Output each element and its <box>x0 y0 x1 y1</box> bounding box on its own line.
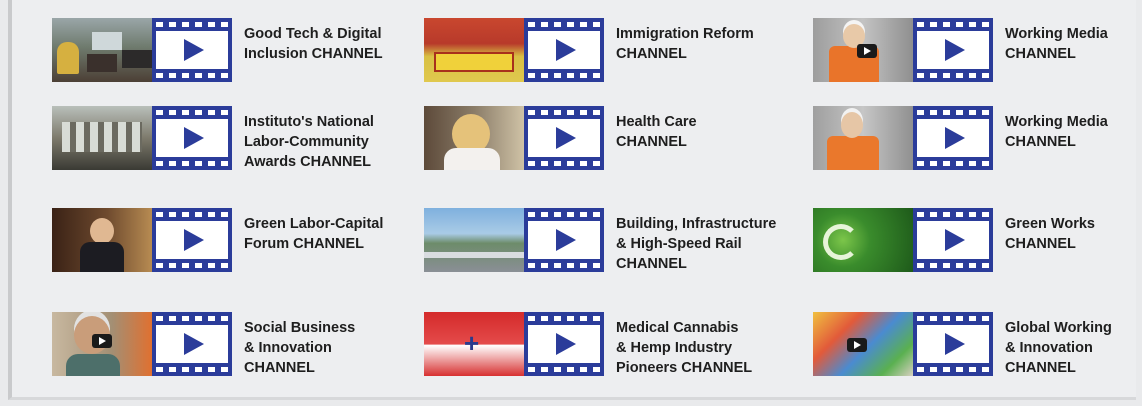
film-play-icon[interactable] <box>152 312 232 376</box>
channel-card[interactable]: Health Care CHANNEL <box>424 106 813 208</box>
channel-thumbnail[interactable] <box>52 312 152 376</box>
channel-card[interactable]: Green Labor-Capital Forum CHANNEL <box>52 208 424 312</box>
channel-thumbnail[interactable] <box>424 312 524 376</box>
channel-label[interactable]: Instituto's National Labor-Community Awa… <box>244 112 374 172</box>
channel-label[interactable]: Building, Infrastructure & High-Speed Ra… <box>616 214 776 274</box>
channel-card[interactable]: Global Working & Innovation CHANNEL <box>813 312 1142 388</box>
channel-thumbnail[interactable] <box>52 106 152 170</box>
channel-card[interactable]: Medical Cannabis & Hemp Industry Pioneer… <box>424 312 813 388</box>
channel-thumbnail[interactable] <box>424 208 524 272</box>
channel-card[interactable]: Good Tech & Digital Inclusion CHANNEL <box>52 18 424 106</box>
channel-card[interactable]: Social Business & Innovation CHANNEL <box>52 312 424 388</box>
channel-thumbnail[interactable] <box>424 18 524 82</box>
film-play-icon[interactable] <box>152 208 232 272</box>
channel-thumbnail[interactable] <box>813 208 913 272</box>
channel-label[interactable]: Immigration Reform CHANNEL <box>616 24 754 64</box>
channel-grid: Good Tech & Digital Inclusion CHANNEL Imm… <box>52 18 1142 388</box>
film-play-icon[interactable] <box>524 106 604 170</box>
film-play-icon[interactable] <box>524 312 604 376</box>
channel-label[interactable]: Health Care CHANNEL <box>616 112 697 152</box>
channel-card[interactable]: Instituto's National Labor-Community Awa… <box>52 106 424 208</box>
channel-label[interactable]: Medical Cannabis & Hemp Industry Pioneer… <box>616 318 752 378</box>
youtube-play-icon <box>92 334 112 348</box>
channel-card[interactable]: Working Media CHANNEL <box>813 18 1142 106</box>
channel-card[interactable]: Immigration Reform CHANNEL <box>424 18 813 106</box>
channel-thumbnail[interactable] <box>813 18 913 82</box>
youtube-play-icon <box>847 338 867 352</box>
film-play-icon[interactable] <box>913 106 993 170</box>
channel-card[interactable]: Green Works CHANNEL <box>813 208 1142 312</box>
film-play-icon[interactable] <box>913 18 993 82</box>
channel-label[interactable]: Good Tech & Digital Inclusion CHANNEL <box>244 24 383 64</box>
channel-label[interactable]: Working Media CHANNEL <box>1005 112 1108 152</box>
channel-label[interactable]: Working Media CHANNEL <box>1005 24 1108 64</box>
film-play-icon[interactable] <box>913 312 993 376</box>
channel-card[interactable]: Working Media CHANNEL <box>813 106 1142 208</box>
film-play-icon[interactable] <box>152 18 232 82</box>
channel-thumbnail[interactable] <box>813 312 913 376</box>
film-play-icon[interactable] <box>152 106 232 170</box>
channel-label[interactable]: Social Business & Innovation CHANNEL <box>244 318 355 378</box>
film-play-icon[interactable] <box>524 208 604 272</box>
channel-panel: Good Tech & Digital Inclusion CHANNEL Imm… <box>8 0 1136 400</box>
channel-thumbnail[interactable] <box>424 106 524 170</box>
channel-label[interactable]: Global Working & Innovation CHANNEL <box>1005 318 1112 378</box>
channel-thumbnail[interactable] <box>52 208 152 272</box>
youtube-play-icon <box>857 44 877 58</box>
channel-label[interactable]: Green Labor-Capital Forum CHANNEL <box>244 214 383 254</box>
film-play-icon[interactable] <box>524 18 604 82</box>
channel-thumbnail[interactable] <box>813 106 913 170</box>
film-play-icon[interactable] <box>913 208 993 272</box>
channel-label[interactable]: Green Works CHANNEL <box>1005 214 1095 254</box>
channel-card[interactable]: Building, Infrastructure & High-Speed Ra… <box>424 208 813 312</box>
channel-thumbnail[interactable] <box>52 18 152 82</box>
